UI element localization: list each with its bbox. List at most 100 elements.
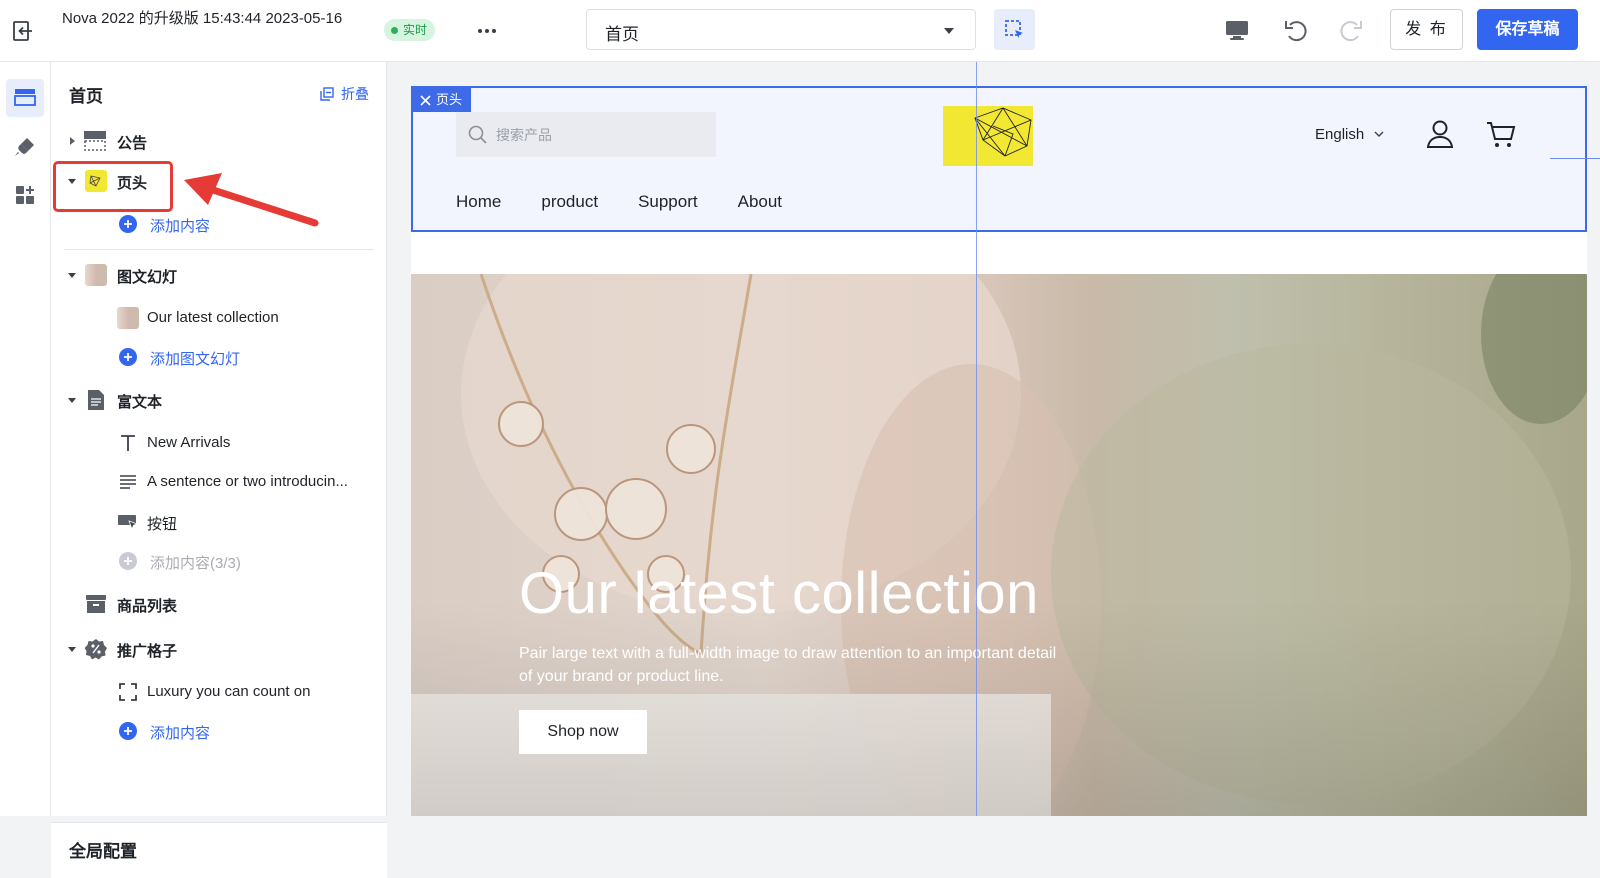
caret-down-icon — [944, 28, 954, 34]
desktop-view-button[interactable] — [1223, 16, 1251, 44]
store-search-input[interactable]: 搜索产品 — [456, 112, 716, 157]
redo-icon — [1340, 21, 1362, 42]
hero-subtitle: Pair large text with a full-width image … — [519, 645, 1057, 685]
rich-text-paragraph-item[interactable]: A sentence or two introducin... — [51, 464, 387, 500]
account-icon[interactable] — [1425, 119, 1455, 149]
save-draft-button[interactable]: 保存草稿 — [1477, 9, 1578, 50]
collapse-button[interactable]: 折叠 — [319, 84, 369, 104]
item-label: Luxury you can count on — [147, 683, 311, 700]
add-content-disabled: 添加内容(3/3) — [51, 543, 387, 579]
apps-icon — [16, 186, 34, 204]
rail-theme-button[interactable] — [6, 128, 44, 166]
center-guide-line — [976, 62, 977, 816]
section-label: 推广格子 — [117, 643, 178, 660]
rich-text-heading-item[interactable]: New Arrivals — [51, 425, 387, 461]
add-content-limit-label: 添加内容(3/3) — [150, 555, 241, 572]
slide-item[interactable]: Our latest collection — [51, 300, 387, 336]
chevron-down-icon — [1374, 131, 1384, 137]
promo-grid-item[interactable]: Luxury you can count on — [51, 674, 387, 710]
selected-section-tag[interactable]: 页头 — [413, 88, 472, 112]
caret-down-icon — [68, 273, 76, 278]
caret-right-icon — [70, 137, 75, 145]
language-label: English — [1315, 126, 1365, 143]
slideshow-thumbnail-icon — [85, 264, 107, 286]
exit-icon — [13, 21, 32, 41]
store-logo[interactable] — [943, 106, 1033, 166]
left-rail — [0, 62, 51, 816]
divider — [64, 249, 374, 250]
nav-link-home[interactable]: Home — [456, 192, 501, 212]
item-label: 按钮 — [147, 516, 178, 533]
add-icon — [117, 720, 139, 742]
close-icon — [420, 94, 431, 106]
undo-button[interactable] — [1282, 16, 1310, 44]
section-rich-text[interactable]: 富文本 — [51, 382, 387, 418]
language-selector[interactable]: English — [1315, 126, 1384, 143]
slide-label: Our latest collection — [147, 309, 279, 326]
page-selector-value: 首页 — [605, 25, 639, 44]
store-preview: 页头 搜索产品 English Home product Support Abo… — [411, 86, 1587, 816]
section-promo-grid[interactable]: 推广格子 — [51, 631, 387, 667]
add-icon — [117, 213, 139, 235]
item-label: New Arrivals — [147, 434, 231, 451]
hero-title: Our latest collection — [519, 561, 1039, 626]
nav-link-support[interactable]: Support — [638, 192, 698, 212]
nav-link-product[interactable]: product — [541, 192, 598, 212]
frame-corners-icon — [117, 681, 139, 703]
cart-icon[interactable] — [1485, 118, 1517, 150]
annotation-arrow-icon — [184, 173, 319, 227]
section-slideshow[interactable]: 图文幻灯 — [51, 257, 387, 293]
top-bar: Nova 2022 的升级版 15:43:44 2023-05-16 实时 首页… — [0, 0, 1600, 62]
search-icon — [468, 125, 487, 144]
logo-wireframe-icon — [974, 107, 1032, 157]
store-navigation: Home product Support About — [456, 192, 822, 212]
paragraph-icon — [117, 471, 139, 493]
layout-icon — [14, 89, 36, 106]
undo-icon — [1285, 21, 1307, 42]
announcement-icon — [84, 130, 106, 152]
nav-link-about[interactable]: About — [738, 192, 782, 212]
horizontal-guide-line — [1550, 158, 1600, 159]
annotation-highlight-box — [53, 161, 173, 212]
live-status-badge: 实时 — [384, 19, 436, 41]
collapse-icon — [320, 87, 334, 101]
section-label: 公告 — [117, 135, 148, 152]
redo-button[interactable] — [1337, 16, 1365, 44]
shop-now-button[interactable]: Shop now — [519, 710, 647, 754]
select-element-button[interactable] — [994, 9, 1035, 50]
search-placeholder: 搜索产品 — [496, 127, 552, 143]
global-config-section[interactable]: 全局配置 — [51, 822, 387, 878]
add-promo-content[interactable]: 添加内容 — [51, 713, 387, 749]
exit-editor-button[interactable] — [10, 18, 36, 44]
publish-button[interactable]: 发 布 — [1390, 9, 1463, 50]
section-product-list[interactable]: 商品列表 — [51, 586, 387, 622]
store-header-section[interactable]: 页头 搜索产品 English Home product Support Abo… — [411, 86, 1587, 232]
section-label: 富文本 — [117, 394, 163, 411]
rich-text-button-item[interactable]: 按钮 — [51, 504, 387, 540]
add-slide[interactable]: 添加图文幻灯 — [51, 339, 387, 375]
caret-down-icon — [68, 398, 76, 403]
more-options-button[interactable] — [474, 18, 500, 44]
discount-badge-icon — [85, 638, 107, 660]
add-content-label: 添加内容 — [150, 725, 211, 742]
rail-apps-button[interactable] — [6, 176, 44, 214]
section-label: 图文幻灯 — [117, 269, 178, 286]
add-slide-label: 添加图文幻灯 — [150, 351, 241, 368]
document-title: Nova 2022 的升级版 15:43:44 2023-05-16 — [62, 10, 343, 27]
rail-sections-button[interactable] — [6, 79, 44, 117]
live-badge-label: 实时 — [403, 23, 428, 37]
document-icon — [85, 389, 107, 411]
live-dot-icon — [391, 26, 398, 34]
section-announcement[interactable]: 公告 — [51, 123, 387, 159]
archive-icon — [85, 593, 107, 615]
caret-down-icon — [68, 647, 76, 652]
slide-thumbnail-icon — [117, 307, 139, 329]
desktop-icon — [1226, 21, 1248, 40]
collapse-label: 折叠 — [341, 86, 369, 102]
section-label: 商品列表 — [117, 598, 178, 615]
button-block-icon — [117, 511, 139, 533]
sidebar-title: 首页 — [69, 87, 103, 106]
more-icon — [478, 29, 496, 33]
hero-slideshow[interactable]: Our latest collection Pair large text wi… — [411, 274, 1587, 816]
page-selector[interactable]: 首页 — [586, 9, 976, 50]
